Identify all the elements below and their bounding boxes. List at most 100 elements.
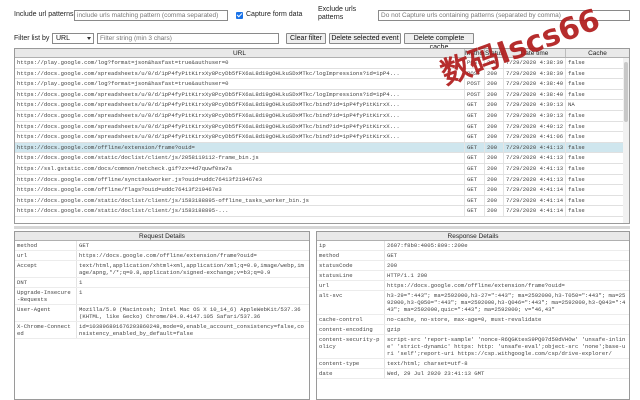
cell-date-time: 7/29/2020 4:38:40 PM [504, 79, 566, 89]
cell-status: 200 [485, 206, 504, 216]
header-url[interactable]: URL [15, 49, 465, 57]
request-detail-value: Mozilla/5.0 (Macintosh; Intel Mac OS X 1… [79, 306, 301, 320]
table-row[interactable]: https://docs.google.com/offline/flags?ou… [15, 185, 629, 196]
cell-url: https://docs.google.com/spreadsheets/u/0… [15, 110, 465, 121]
table-row[interactable]: https://docs.google.com/spreadsheets/u/0… [15, 89, 629, 101]
cell-method: GET [465, 142, 485, 153]
request-detail-value: 1 [79, 279, 83, 286]
response-detail-value: Wed, 29 Jul 2020 23:41:13 GMT [387, 370, 485, 377]
cell-method: GET [465, 174, 485, 185]
capture-form-checkbox[interactable] [236, 12, 243, 19]
cell-url: https://ssl.gstatic.com/docs/common/netc… [15, 163, 465, 174]
table-scrollbar[interactable] [623, 58, 629, 223]
response-detail-value: gzip [387, 326, 401, 333]
request-details-list: method GET url https://docs.google.com/offl… [15, 241, 309, 339]
response-detail-value: script-src 'report-sample' 'nonce-R6QGKt… [387, 336, 626, 357]
filter-by-select[interactable]: URL [52, 33, 94, 44]
response-detail-value: h3-29=":443"; ma=2592000,h3-27=":443"; m… [387, 292, 626, 313]
table-row[interactable]: https://docs.google.com/static/doclist/c… [15, 153, 629, 164]
clear-filter-button[interactable]: Clear filter [286, 33, 326, 44]
cell-method: GET [465, 121, 485, 132]
cell-cache: false [568, 207, 585, 215]
cell-date-time: 7/29/2020 4:38:40 PM [504, 89, 566, 100]
cell-cache: false [568, 164, 585, 172]
cell-date-time: 7/29/2020 4:39:13 PM [504, 100, 566, 110]
filter-string-input[interactable]: Filter string (min 3 chars) [97, 33, 279, 44]
table-row[interactable]: https://docs.google.com/spreadsheets/u/0… [15, 68, 629, 80]
request-detail-row: User-Agent Mozilla/5.0 (Macintosh; Intel … [15, 305, 309, 322]
cell-url: https://docs.google.com/offline/synctask… [15, 174, 465, 185]
include-url-input[interactable]: include urls matching pattern (comma sep… [74, 10, 228, 21]
response-details-list: ip 2607:f8b0:4005:809::200e method GET statu… [317, 241, 629, 379]
response-detail-key: statusLine [317, 271, 385, 280]
cell-method: POST [465, 89, 485, 100]
table-row[interactable]: https://ssl.gstatic.com/docs/common/netc… [15, 163, 629, 175]
cell-method: GET [465, 195, 485, 206]
cell-cache: false [568, 90, 585, 98]
cell-date-time: 7/29/2020 4:39:13 PM [504, 110, 566, 121]
cell-url: https://play.google.com/log?format=json&… [15, 58, 465, 68]
table-row[interactable]: https://docs.google.com/static/doclist/c… [15, 195, 629, 207]
request-details-title: Request Details [15, 232, 309, 241]
cell-date-time: 7/29/2020 4:40:12 PM [504, 121, 566, 132]
include-label: Include url patterns [14, 11, 74, 18]
response-detail-value: text/html; charset=utf-8 [387, 360, 468, 367]
table-row[interactable]: https://play.google.com/log?format=json&… [15, 79, 629, 90]
exclude-label: Exclude urls patterns [318, 6, 357, 21]
request-detail-key: method [15, 241, 77, 250]
cell-url: https://docs.google.com/spreadsheets/u/0… [15, 68, 465, 79]
cell-status: 200 [485, 132, 504, 142]
table-row[interactable]: https://docs.google.com/spreadsheets/u/0… [15, 121, 629, 133]
cell-method: GET [465, 132, 485, 142]
cell-status: 200 [485, 153, 504, 163]
response-detail-key: content-encoding [317, 325, 385, 334]
request-detail-value: GET [79, 242, 90, 249]
response-detail-value: HTTP/1.1 200 [387, 272, 428, 279]
cell-status: 200 [485, 121, 504, 132]
cell-url: https://docs.google.com/spreadsheets/u/0… [15, 89, 465, 100]
request-detail-key: DNT [15, 278, 77, 287]
response-detail-row: cache-control no-cache, no-store, max-age… [317, 315, 629, 325]
cell-date-time: 7/29/2020 4:41:06 PM [504, 132, 566, 142]
cell-status: 200 [485, 174, 504, 185]
table-row[interactable]: https://docs.google.com/offline/extensio… [15, 142, 629, 154]
table-body: https://play.google.com/log?format=json&… [15, 58, 629, 217]
table-row[interactable]: https://docs.google.com/static/doclist/c… [15, 206, 629, 217]
delete-selected-button[interactable]: Delete selected event [329, 33, 401, 44]
request-table: URL Method Status Date time Cache https:… [14, 48, 630, 224]
table-row[interactable]: https://docs.google.com/spreadsheets/u/0… [15, 100, 629, 111]
table-row[interactable]: https://docs.google.com/spreadsheets/u/0… [15, 110, 629, 122]
cell-url: https://docs.google.com/static/doclist/c… [15, 195, 465, 206]
cell-cache: false [568, 143, 585, 151]
response-detail-value: GET [387, 252, 398, 259]
filter-by-value: URL [56, 35, 71, 42]
header-cache[interactable]: Cache [566, 49, 629, 57]
cell-url: https://docs.google.com/spreadsheets/u/0… [15, 100, 465, 110]
response-detail-row: ip 2607:f8b0:4005:809::200e [317, 241, 629, 251]
response-detail-value: no-cache, no-store, max-age=0, must-reva… [387, 316, 542, 323]
request-detail-value: id=103896801676203860248,mode=0,enable_a… [79, 323, 304, 337]
response-detail-key: content-security-policy [317, 335, 385, 358]
request-detail-key: url [15, 251, 77, 260]
response-detail-row: date Wed, 29 Jul 2020 23:41:13 GMT [317, 369, 629, 379]
panel-splitter[interactable] [14, 226, 630, 229]
cell-cache: false [568, 196, 585, 204]
response-detail-row: alt-svc h3-29=":443"; ma=2592000,h3-27=":… [317, 291, 629, 315]
request-detail-row: X-Chrome-Connected id=1038968016762038602… [15, 322, 309, 339]
cell-status: 200 [485, 89, 504, 100]
response-detail-row: content-type text/html; charset=utf-8 [317, 359, 629, 369]
cell-url: https://docs.google.com/static/doclist/c… [15, 153, 465, 163]
request-detail-value: 1 [79, 289, 83, 296]
request-detail-row: url https://docs.google.com/offline/exten… [15, 251, 309, 261]
response-details-panel: Response Details ip 2607:f8b0:4005:809::2… [316, 231, 630, 400]
table-row[interactable]: https://docs.google.com/offline/synctask… [15, 174, 629, 186]
cell-method: GET [465, 185, 485, 195]
response-detail-row: url https://docs.google.com/offline/exten… [317, 281, 629, 291]
cell-method: GET [465, 163, 485, 174]
cell-cache: false [568, 69, 585, 77]
cell-status: 200 [485, 185, 504, 195]
chevron-down-icon [87, 37, 91, 40]
response-detail-value: 200 [387, 262, 398, 269]
table-row[interactable]: https://docs.google.com/spreadsheets/u/0… [15, 132, 629, 143]
scrollbar-thumb[interactable] [624, 62, 628, 122]
